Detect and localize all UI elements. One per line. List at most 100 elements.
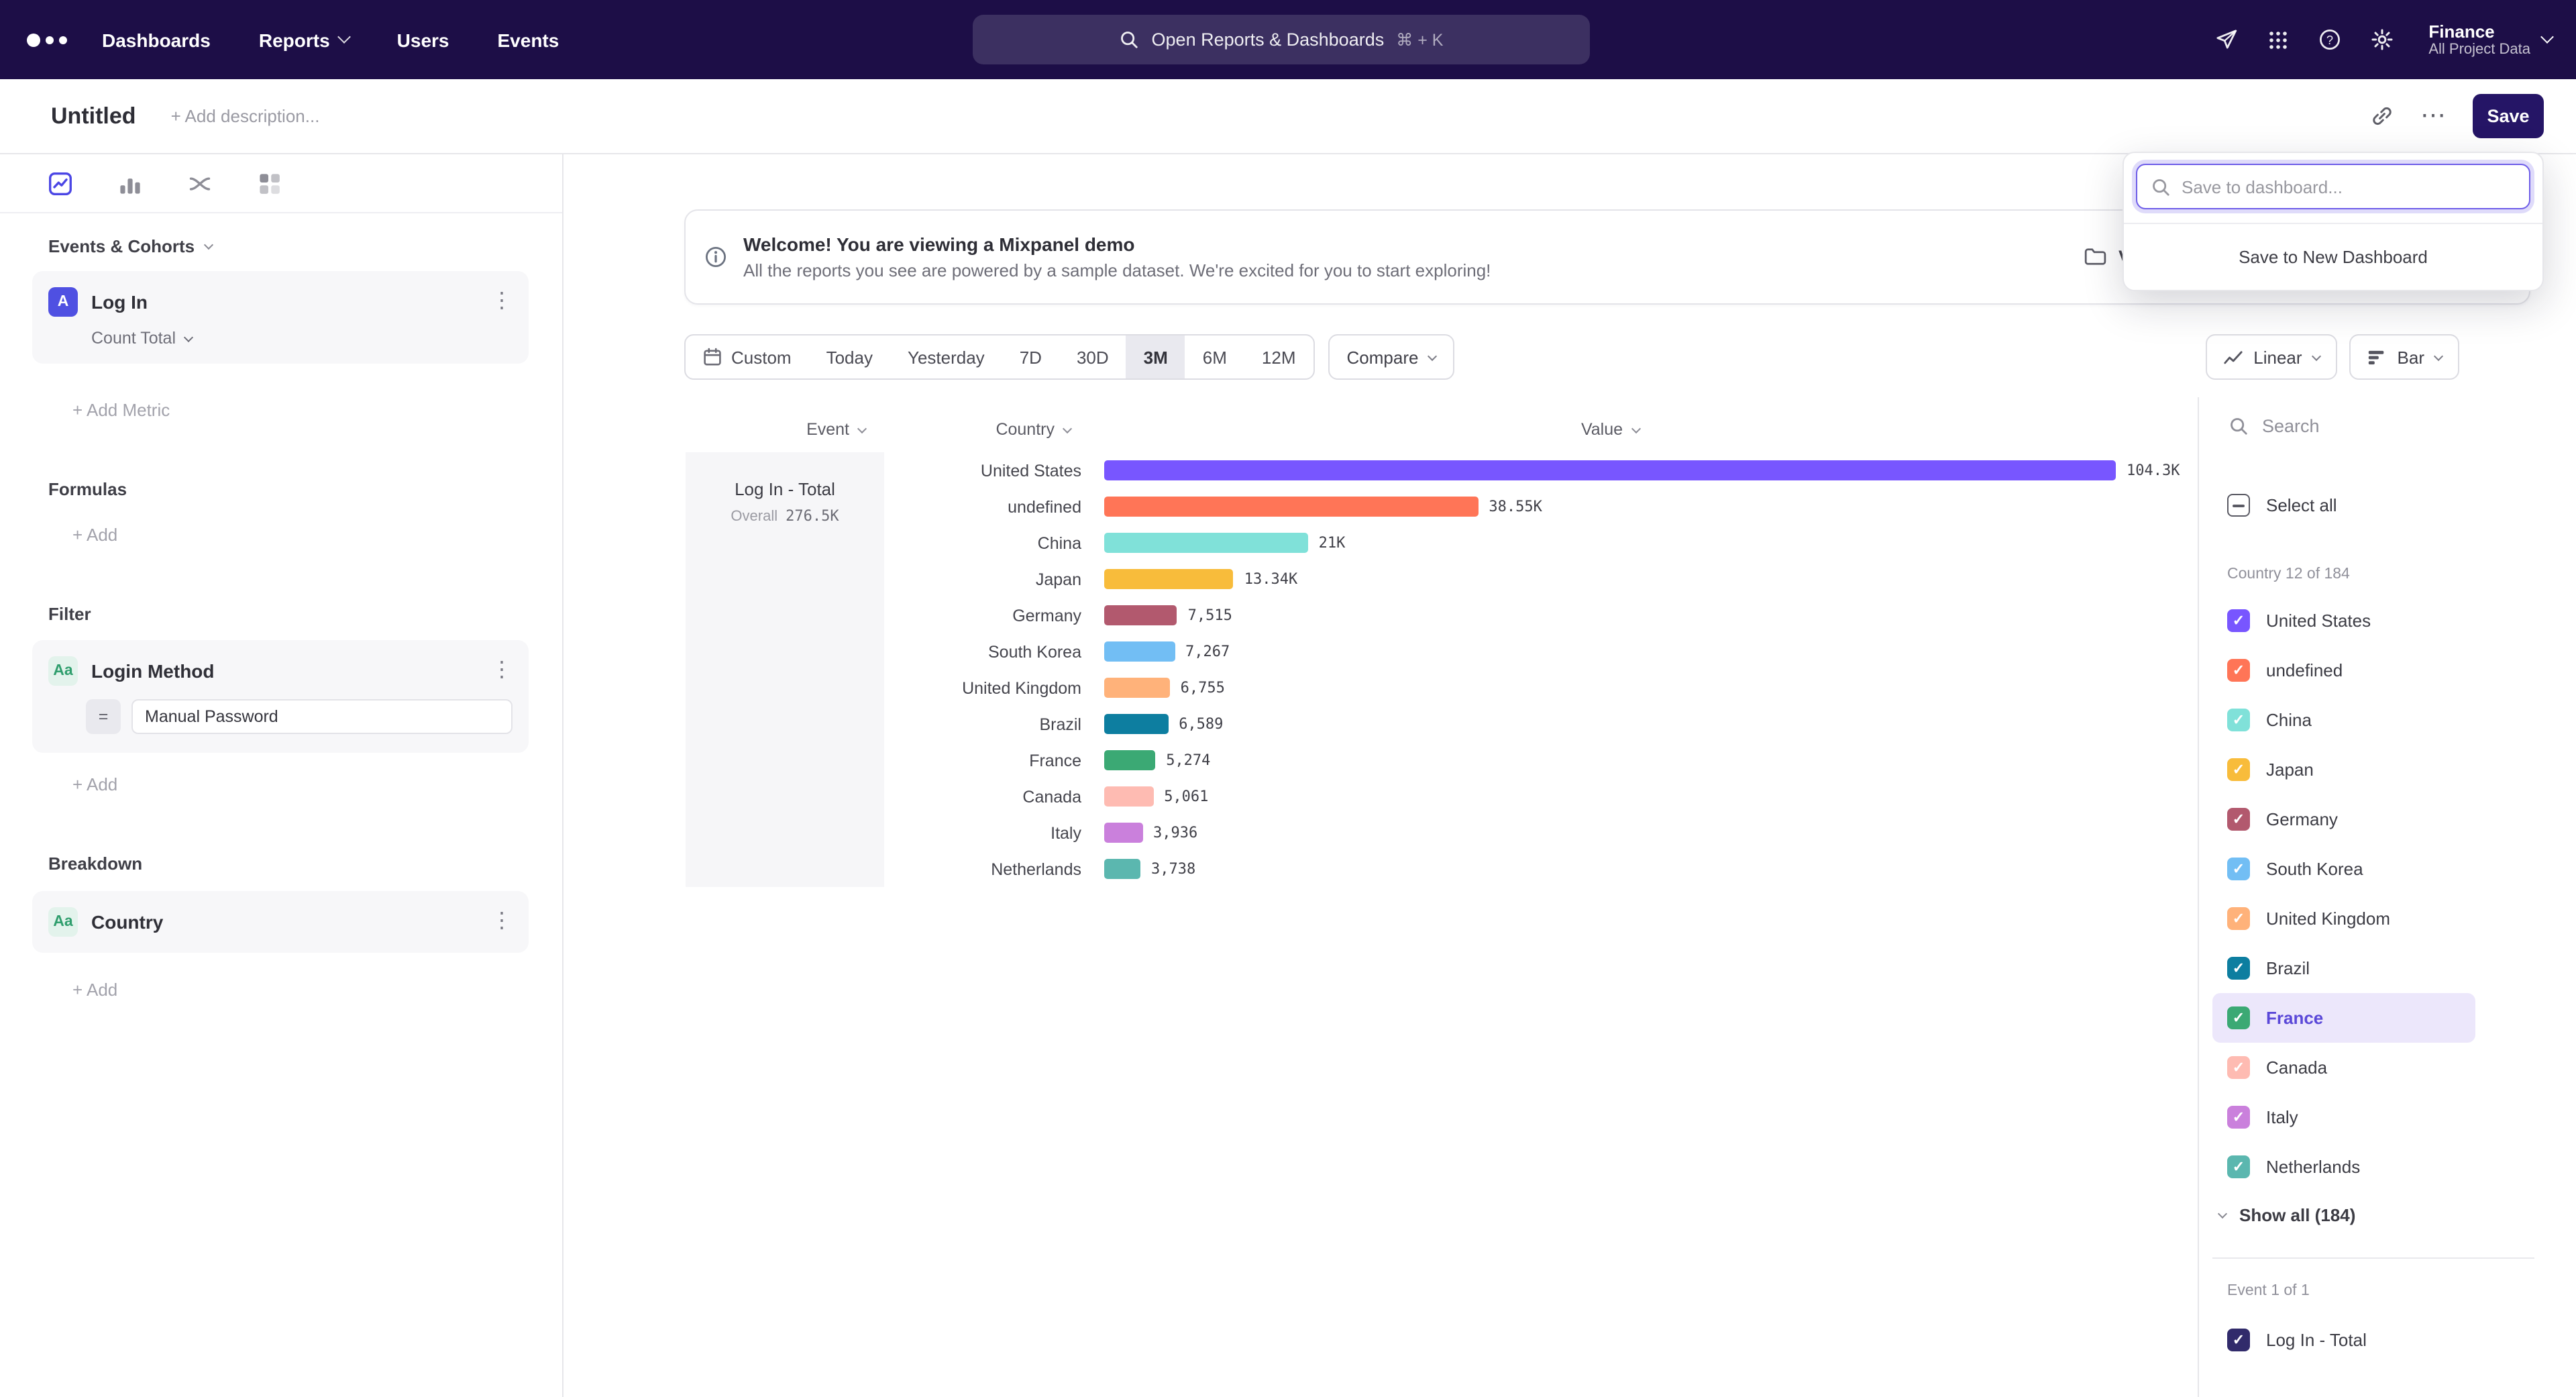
report-title[interactable]: Untitled [51,103,136,130]
event-column-header[interactable]: Event [686,420,884,439]
send-icon[interactable] [2215,28,2238,51]
add-formula-button[interactable]: + Add [72,525,117,545]
chevron-down-icon [2434,351,2443,360]
kebab-menu-icon[interactable]: ⋮ [491,662,513,680]
nav-item-reports[interactable]: Reports [259,29,349,50]
formulas-section-header: Formulas [48,479,127,499]
save-to-new-dashboard-option[interactable]: Save to New Dashboard [2124,223,2542,290]
value-column-header[interactable]: Value [1104,420,2116,439]
bar-south-korea[interactable] [1104,641,1175,662]
gear-icon[interactable] [2371,28,2394,51]
bar-germany[interactable] [1104,605,1177,625]
country-filter-italy[interactable]: ✓Italy [2212,1092,2475,1142]
country-filter-brazil[interactable]: ✓Brazil [2212,943,2475,993]
funnel-icon[interactable] [118,171,142,195]
nav-item-dashboards[interactable]: Dashboards [102,29,211,50]
date-range-30d[interactable]: 30D [1059,335,1126,378]
kebab-menu-icon[interactable]: ⋮ [491,913,513,931]
bar-brazil[interactable] [1104,714,1168,734]
checkbox-checked[interactable]: ✓ [2227,1155,2250,1178]
chart-type-selector[interactable]: Bar [2349,334,2459,380]
checkbox-checked[interactable]: ✓ [2227,907,2250,930]
checkbox-checked[interactable]: ✓ [2227,709,2250,731]
flow-icon[interactable] [188,171,212,195]
checkbox-checked[interactable]: ✓ [2227,1106,2250,1129]
bar-united-kingdom[interactable] [1104,678,1170,698]
checkbox-checked[interactable]: ✓ [2227,1056,2250,1079]
save-button[interactable]: Save [2473,94,2544,138]
country-filter-canada[interactable]: ✓Canada [2212,1043,2475,1092]
report-header: Untitled + Add description... ⋯ Save [0,79,2576,154]
country-column-header[interactable]: Country [884,420,1081,439]
nav-item-users[interactable]: Users [397,29,449,50]
nav-item-events[interactable]: Events [498,29,559,50]
bar-italy[interactable] [1104,823,1142,843]
country-filter-france[interactable]: ✓France [2212,993,2475,1043]
event-filter-checkbox[interactable]: ✓ [2227,1329,2250,1351]
event-series-cell[interactable]: Log In - Total Overall 276.5K [686,452,884,887]
country-filter-south-korea[interactable]: ✓ South Korea [2212,844,2475,894]
checkbox-checked[interactable]: ✓ [2227,808,2250,831]
bar-china[interactable] [1104,533,1308,553]
country-filter-japan[interactable]: ✓Japan [2212,745,2475,794]
filter-value-input[interactable]: Manual Password [131,699,513,734]
metric-name[interactable]: Log In [91,291,148,313]
add-breakdown-button[interactable]: + Add [72,980,117,1000]
aggregation-selector[interactable]: Count Total [91,329,513,348]
country-filter-undefined[interactable]: ✓undefined [2212,645,2475,695]
bar-canada[interactable] [1104,786,1153,807]
filter-operator[interactable]: = [86,699,121,734]
insights-icon[interactable] [48,171,72,195]
checkbox-checked[interactable]: ✓ [2227,957,2250,980]
checkbox-indeterminate[interactable] [2227,494,2250,517]
select-all-label: Select all [2266,495,2337,515]
show-all-button[interactable]: Show all (184) [2219,1205,2355,1225]
date-range-12m[interactable]: 12M [1244,335,1313,378]
mixpanel-logo-icon[interactable] [27,33,67,46]
breakdown-card: Aa Country ⋮ [32,891,529,953]
date-range-6m[interactable]: 6M [1185,335,1244,378]
country-filter-netherlands[interactable]: ✓Netherlands [2212,1142,2475,1192]
bar-undefined[interactable] [1104,497,1478,517]
global-search-button[interactable]: Open Reports & Dashboards ⌘ + K [973,15,1590,64]
breakdown-property-name[interactable]: Country [91,911,163,933]
add-filter-button[interactable]: + Add [72,774,117,794]
kebab-menu-icon[interactable]: ⋮ [491,293,513,311]
select-all-row[interactable]: Select all [2227,494,2337,517]
date-range-yesterday[interactable]: Yesterday [890,335,1002,378]
date-range-today[interactable]: Today [809,335,890,378]
project-switcher[interactable]: Finance All Project Data [2428,21,2552,58]
country-filter-china[interactable]: ✓China [2212,695,2475,745]
add-description-field[interactable]: + Add description... [171,106,320,126]
country-filter-united-states[interactable]: ✓United States [2212,596,2475,645]
more-options-icon[interactable]: ⋯ [2420,109,2446,123]
copy-link-icon[interactable] [2371,105,2394,127]
event-filter-row[interactable]: ✓ Log In - Total [2212,1315,2475,1365]
date-range-3m[interactable]: 3M [1126,335,1185,378]
checkbox-checked[interactable]: ✓ [2227,609,2250,632]
filter-label: Filter [48,604,91,624]
add-metric-button[interactable]: + Add Metric [72,400,170,420]
country-filter-label: South Korea [2266,859,2363,879]
compare-button[interactable]: Compare [1328,334,1455,380]
events-cohorts-section-header[interactable]: Events & Cohorts [48,236,212,256]
apps-grid-icon[interactable] [2267,29,2289,50]
date-range-7d[interactable]: 7D [1002,335,1059,378]
bar-japan[interactable] [1104,569,1234,589]
checkbox-checked[interactable]: ✓ [2227,758,2250,781]
checkbox-checked[interactable]: ✓ [2227,659,2250,682]
dashboard-search-input[interactable] [2182,176,2516,197]
country-filter-united-kingdom[interactable]: ✓United Kingdom [2212,894,2475,943]
bar-united-states[interactable] [1104,460,2116,480]
chart-scale-selector[interactable]: Linear [2205,334,2337,380]
bar-netherlands[interactable] [1104,859,1140,879]
filter-property-name[interactable]: Login Method [91,660,215,682]
country-filter-germany[interactable]: ✓Germany [2212,794,2475,844]
legend-search-input[interactable] [2262,416,2504,436]
date-range-custom[interactable]: Custom [686,335,809,378]
checkbox-checked[interactable]: ✓ [2227,858,2250,880]
checkbox-checked[interactable]: ✓ [2227,1006,2250,1029]
help-icon[interactable]: ? [2318,28,2341,51]
bar-france[interactable] [1104,750,1155,770]
retention-icon[interactable] [258,171,282,195]
